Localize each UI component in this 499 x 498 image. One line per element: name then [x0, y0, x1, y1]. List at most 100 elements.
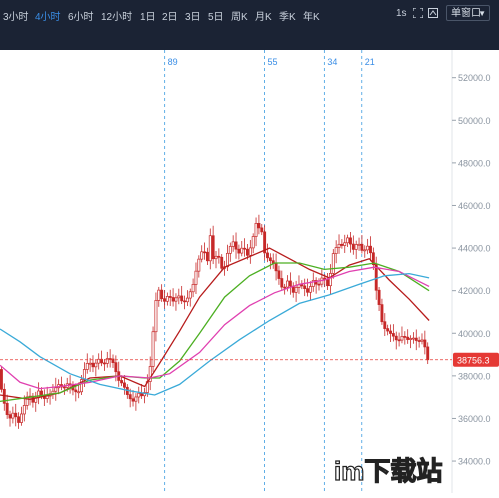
- candle-body: [248, 247, 252, 256]
- fib-marker-label: 34: [327, 57, 337, 67]
- candle-body: [237, 248, 241, 254]
- candle-body: [317, 283, 321, 286]
- candle-body: [128, 394, 132, 400]
- expand-icon[interactable]: [412, 7, 424, 21]
- candle-body: [228, 246, 232, 254]
- candle-body: [243, 247, 247, 250]
- candle-body: [123, 382, 126, 388]
- candle-body: [140, 392, 144, 397]
- y-tick-label: 48000.0: [458, 158, 491, 168]
- candle-body: [286, 280, 289, 288]
- candle-body: [22, 405, 26, 415]
- candle-body: [349, 237, 352, 245]
- candle-body: [357, 243, 361, 246]
- candle-body: [303, 285, 307, 289]
- current-price-label: 38756.3: [457, 355, 490, 365]
- toolbar: 3小时 4小时 6小时 12小时 1日 2日 3日 5日 周K 月K 季K 年K 1s 单窗口 ▼: [0, 0, 499, 50]
- candle-body: [0, 369, 3, 390]
- candle-body: [400, 336, 404, 341]
- candle-body: [62, 386, 66, 389]
- candle-body: [120, 380, 124, 384]
- candle-body: [294, 287, 298, 293]
- candle-body: [11, 412, 15, 419]
- candle-body: [8, 414, 12, 419]
- y-tick-label: 40000.0: [458, 329, 491, 339]
- candle-body: [88, 362, 92, 365]
- candle-body: [214, 255, 218, 260]
- candle-body: [74, 389, 78, 393]
- candle-body: [102, 362, 106, 365]
- timeframe-tab[interactable]: 3小时: [3, 8, 29, 23]
- candle-body: [251, 236, 255, 249]
- candle-body: [45, 395, 49, 399]
- candle-body: [54, 387, 58, 392]
- candle-body: [231, 241, 235, 247]
- timeframe-tab[interactable]: 6小时: [68, 8, 94, 23]
- fib-marker-label: 89: [168, 57, 178, 67]
- candle-body: [374, 264, 378, 291]
- interval-label[interactable]: 1s: [396, 8, 407, 19]
- candle-body: [20, 413, 23, 423]
- timeframe-tab[interactable]: 12小时: [101, 8, 132, 23]
- candle-body: [414, 337, 418, 341]
- timeframe-tab[interactable]: 月K: [255, 8, 272, 23]
- window-mode-button[interactable]: 单窗口 ▼: [446, 5, 490, 21]
- candle-body: [389, 330, 392, 334]
- candle-body: [409, 338, 412, 340]
- candle-body: [225, 252, 229, 268]
- candle-body: [397, 339, 401, 342]
- candle-body: [205, 251, 209, 262]
- candle-body: [211, 235, 215, 260]
- timeframe-tab[interactable]: 周K: [231, 8, 248, 23]
- price-chart[interactable]: 52000.0 50000.0 48000.0 46000.0 44000.0 42000…: [0, 50, 499, 493]
- candle-body: [91, 362, 95, 368]
- candle-body: [157, 289, 161, 301]
- candle-body: [194, 270, 198, 285]
- candle-body: [168, 296, 172, 298]
- candle-body: [366, 245, 370, 251]
- candle-body: [346, 237, 350, 244]
- moving-average-line: [0, 247, 430, 400]
- timeframe-tab[interactable]: 年K: [303, 8, 320, 23]
- candle-body: [274, 263, 278, 272]
- candle-body: [5, 402, 9, 415]
- candle-body: [174, 297, 178, 302]
- candle-body: [85, 363, 89, 370]
- y-tick-label: 36000.0: [458, 414, 491, 424]
- candle-body: [343, 242, 347, 246]
- candle-body: [17, 416, 21, 423]
- watermark-text: im下载站: [334, 456, 442, 486]
- timeframe-tab[interactable]: 4小时: [35, 8, 61, 23]
- candle-body: [171, 297, 175, 302]
- candle-body: [266, 252, 269, 259]
- y-tick-label: 38000.0: [458, 371, 491, 381]
- candle-body: [417, 340, 421, 342]
- candle-body: [114, 362, 118, 373]
- fib-marker-label: 21: [365, 57, 375, 67]
- candle-body: [403, 336, 407, 338]
- y-tick-label: 52000.0: [458, 73, 491, 83]
- candle-body: [426, 346, 430, 361]
- candle-body: [94, 362, 98, 368]
- candle-body: [423, 339, 427, 348]
- candle-body: [334, 247, 338, 254]
- candle-body: [197, 258, 201, 272]
- candle-body: [369, 245, 372, 254]
- candle-body: [246, 248, 249, 256]
- timeframe-tab[interactable]: 2日: [162, 8, 178, 23]
- settings-icon[interactable]: [428, 8, 438, 21]
- candle-body: [386, 328, 390, 332]
- timeframe-tab[interactable]: 季K: [279, 8, 296, 23]
- candle-body: [131, 398, 135, 402]
- timeframe-tab[interactable]: 1日: [140, 8, 156, 23]
- candle-body: [134, 396, 138, 402]
- candle-body: [283, 286, 287, 289]
- timeframe-tab[interactable]: 5日: [208, 8, 224, 23]
- chart-canvas: 52000.0 50000.0 48000.0 46000.0 44000.0 42000…: [0, 50, 499, 493]
- candle-body: [383, 321, 387, 329]
- candle-body: [340, 243, 344, 246]
- candle-body: [77, 391, 81, 394]
- candle-body: [280, 278, 284, 288]
- candle-body: [177, 295, 181, 299]
- timeframe-tab[interactable]: 3日: [185, 8, 201, 23]
